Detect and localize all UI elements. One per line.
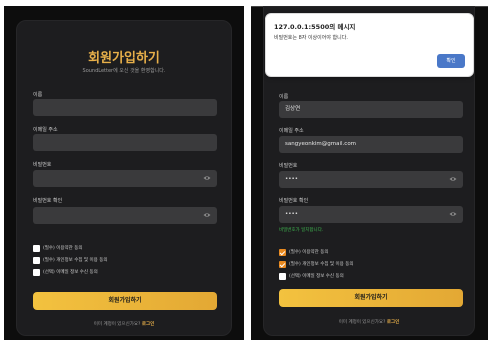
email-optin-checkbox-label: (선택) 이메일 정보 수신 동의 [43, 270, 98, 275]
email-input[interactable] [33, 134, 217, 151]
confirm-password-label: 비밀번호 확인 [279, 198, 309, 204]
password-input[interactable] [33, 170, 217, 187]
email-optin-checkbox[interactable] [279, 273, 286, 280]
login-prompt: 이미 계정이 있으신가요? 로그인 [264, 319, 474, 325]
browser-alert-dialog: 127.0.0.1:5500의 메시지 비밀번호는 8자 이상이어야 합니다. … [265, 13, 474, 77]
signup-panel-filled: 이름 김상연 이메일 주소 sangyeonkim@gmail.com 비밀번호… [251, 6, 488, 340]
privacy-checkbox[interactable] [279, 261, 286, 268]
confirm-password-value: •••• [285, 211, 298, 217]
email-optin-checkbox-label: (선택) 이메일 정보 수신 동의 [289, 274, 344, 279]
name-input[interactable] [33, 99, 217, 116]
eye-icon[interactable] [449, 176, 457, 182]
alert-ok-button[interactable]: 확인 [437, 54, 465, 68]
confirm-password-input[interactable] [33, 207, 217, 224]
page-subtitle: SoundLetter에 오신 것을 환영합니다. [82, 68, 166, 74]
password-match-hint: 비밀번호가 일치합니다. [279, 228, 324, 233]
eye-icon[interactable] [203, 212, 211, 218]
signup-panel-empty: 회원가입하기 SoundLetter에 오신 것을 환영합니다. 이름 이메일 … [4, 6, 244, 340]
email-input[interactable]: sangyeonkim@gmail.com [279, 136, 463, 153]
terms-checkbox-label: (필수) 이용약관 동의 [289, 250, 329, 255]
confirm-password-input[interactable]: •••• [279, 206, 463, 223]
login-prompt-text: 이미 계정이 있으신가요? [338, 320, 386, 325]
eye-icon[interactable] [203, 175, 211, 181]
alert-title: 127.0.0.1:5500의 메시지 [274, 23, 356, 31]
signup-button[interactable]: 회원가입하기 [33, 292, 217, 310]
login-link[interactable]: 로그인 [142, 322, 154, 327]
page-title: 회원가입하기 [88, 51, 160, 66]
password-input[interactable]: •••• [279, 171, 463, 188]
email-optin-checkbox[interactable] [33, 269, 40, 276]
name-label: 이름 [279, 94, 289, 100]
privacy-checkbox[interactable] [33, 257, 40, 264]
confirm-password-label: 비밀번호 확인 [33, 198, 63, 204]
password-label: 비밀번호 [279, 163, 298, 169]
terms-checkbox[interactable] [33, 245, 40, 252]
name-input[interactable]: 김상연 [279, 101, 463, 118]
terms-checkbox[interactable] [279, 249, 286, 256]
login-prompt: 이미 계정이 있으신가요? 로그인 [17, 321, 231, 327]
signup-button[interactable]: 회원가입하기 [279, 289, 463, 307]
password-value: •••• [285, 176, 298, 182]
privacy-checkbox-label: (필수) 개인정보 수집 및 이용 동의 [43, 258, 108, 263]
alert-message: 비밀번호는 8자 이상이어야 합니다. [274, 35, 348, 41]
email-label: 이메일 주소 [279, 128, 304, 134]
terms-checkbox-label: (필수) 이용약관 동의 [43, 246, 83, 251]
email-label: 이메일 주소 [33, 127, 58, 133]
signup-card: 회원가입하기 SoundLetter에 오신 것을 환영합니다. 이름 이메일 … [16, 20, 232, 336]
name-label: 이름 [33, 92, 43, 98]
login-link[interactable]: 로그인 [387, 320, 399, 325]
privacy-checkbox-label: (필수) 개인정보 수집 및 이용 동의 [289, 262, 354, 267]
password-label: 비밀번호 [33, 162, 52, 168]
eye-icon[interactable] [449, 211, 457, 217]
login-prompt-text: 이미 계정이 있으신가요? [93, 322, 141, 327]
